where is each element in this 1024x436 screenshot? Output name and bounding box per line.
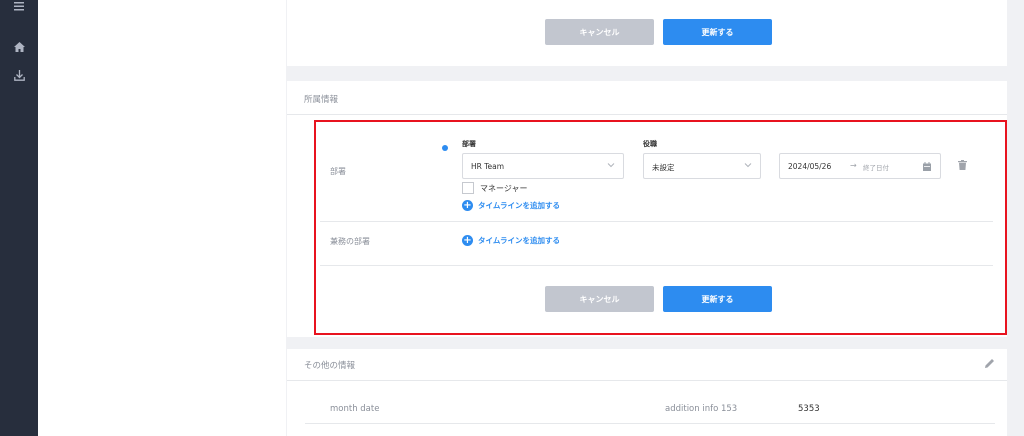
left-panel [38, 0, 286, 436]
highlight-box [314, 120, 1007, 335]
info-field-value: 5353 [798, 404, 820, 414]
info-field-label: addition info 153 [665, 404, 738, 414]
update-button[interactable]: 更新する [663, 19, 772, 45]
section-title: その他の情報 [304, 361, 356, 371]
section-title: 所属情報 [304, 95, 339, 105]
cancel-button[interactable]: キャンセル [545, 19, 654, 45]
sidebar [0, 0, 38, 436]
menu-icon[interactable] [0, 0, 38, 14]
section-divider [287, 380, 1007, 381]
download-icon[interactable] [0, 70, 38, 84]
other-info-card: その他の情報 [287, 349, 1007, 436]
top-card: キャンセル 更新する [287, 0, 1007, 66]
section-divider [287, 114, 1007, 115]
pencil-icon[interactable] [984, 358, 995, 369]
info-row-label: month date [330, 404, 380, 414]
home-icon[interactable] [0, 42, 38, 55]
row-divider [305, 423, 995, 424]
